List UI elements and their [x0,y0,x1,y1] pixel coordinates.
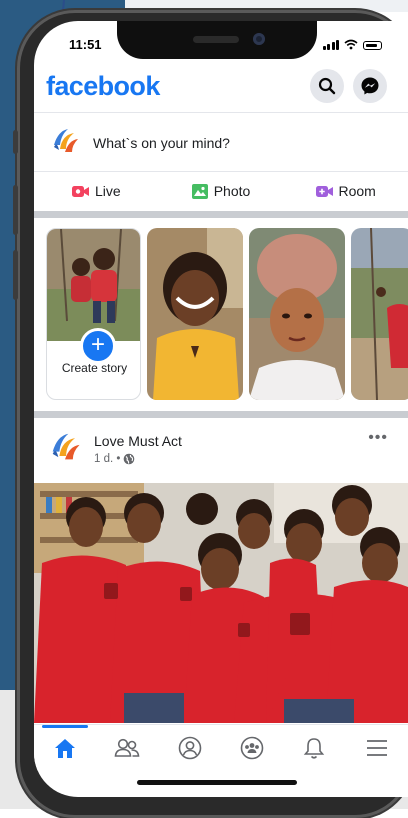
bottom-tab-bar [34,724,408,771]
story-card[interactable] [249,228,345,400]
speaker-grille [193,36,239,43]
front-camera [253,33,265,45]
composer-divider [34,171,408,172]
post-meta: 1 d. • [94,453,135,465]
messenger-icon [361,77,379,95]
post-photo[interactable] [34,483,408,723]
section-divider [34,211,408,218]
create-story-card[interactable]: + Create story [46,228,141,400]
story-photo [249,228,345,400]
tab-notifications[interactable] [283,725,345,771]
user-avatar [48,123,82,157]
status-icons [322,39,382,50]
stories-row: + Create story [34,228,408,406]
home-indicator[interactable] [137,780,297,785]
composer-input[interactable]: What`s on your mind? [93,135,230,151]
story-photo [147,228,243,400]
post-header: Love Must Act 1 d. • ••• [34,419,408,473]
tab-profile[interactable] [159,725,221,771]
post-image [34,483,408,723]
wifi-icon [344,39,358,50]
header-divider [34,112,408,113]
story-card[interactable] [351,228,408,400]
active-tab-indicator [42,725,89,728]
groups-icon [240,736,264,760]
story-card[interactable] [147,228,243,400]
story-photo [351,228,408,400]
photo-icon [191,183,208,199]
notch [117,21,317,59]
post-time: 1 d. • [94,453,121,465]
menu-icon [366,740,387,756]
phone-volume-down-button [13,250,18,300]
phone-side-button [13,130,18,154]
status-time: 11:51 [69,37,102,52]
photo-button[interactable]: Photo [159,173,284,209]
phone-volume-up-button [13,185,18,235]
tab-menu[interactable] [346,725,408,771]
search-icon [318,77,336,95]
page-avatar[interactable] [46,427,84,465]
messenger-button[interactable] [353,69,387,103]
live-video-icon [71,185,89,197]
profile-icon [178,736,202,760]
live-label: Live [94,183,121,199]
friends-icon [115,738,140,757]
room-button[interactable]: Room [283,173,408,209]
bell-icon [304,738,325,759]
tab-home[interactable] [34,725,96,771]
add-story-icon[interactable]: + [80,328,116,364]
globe-icon [124,453,135,465]
home-icon [55,739,76,758]
room-label: Room [338,183,376,199]
post-author[interactable]: Love Must Act [94,433,182,449]
section-divider [34,411,408,418]
search-button[interactable] [310,69,344,103]
signal-icon [322,40,339,50]
composer-actions: Live Photo Room [34,173,408,209]
post-composer[interactable]: What`s on your mind? [34,118,408,168]
room-video-icon [315,185,333,197]
phone-screen: 11:51 facebook What`s on your mind? Live… [34,21,408,797]
facebook-logo[interactable]: facebook [46,71,160,102]
create-story-label: Create story [61,361,128,375]
live-button[interactable]: Live [34,173,159,209]
battery-icon [363,41,382,50]
tab-groups[interactable] [221,725,283,771]
tab-friends[interactable] [96,725,158,771]
more-options-icon[interactable]: ••• [368,429,388,447]
create-story-photo [47,229,140,341]
app-header: facebook [34,69,408,109]
photo-label: Photo [213,183,251,199]
